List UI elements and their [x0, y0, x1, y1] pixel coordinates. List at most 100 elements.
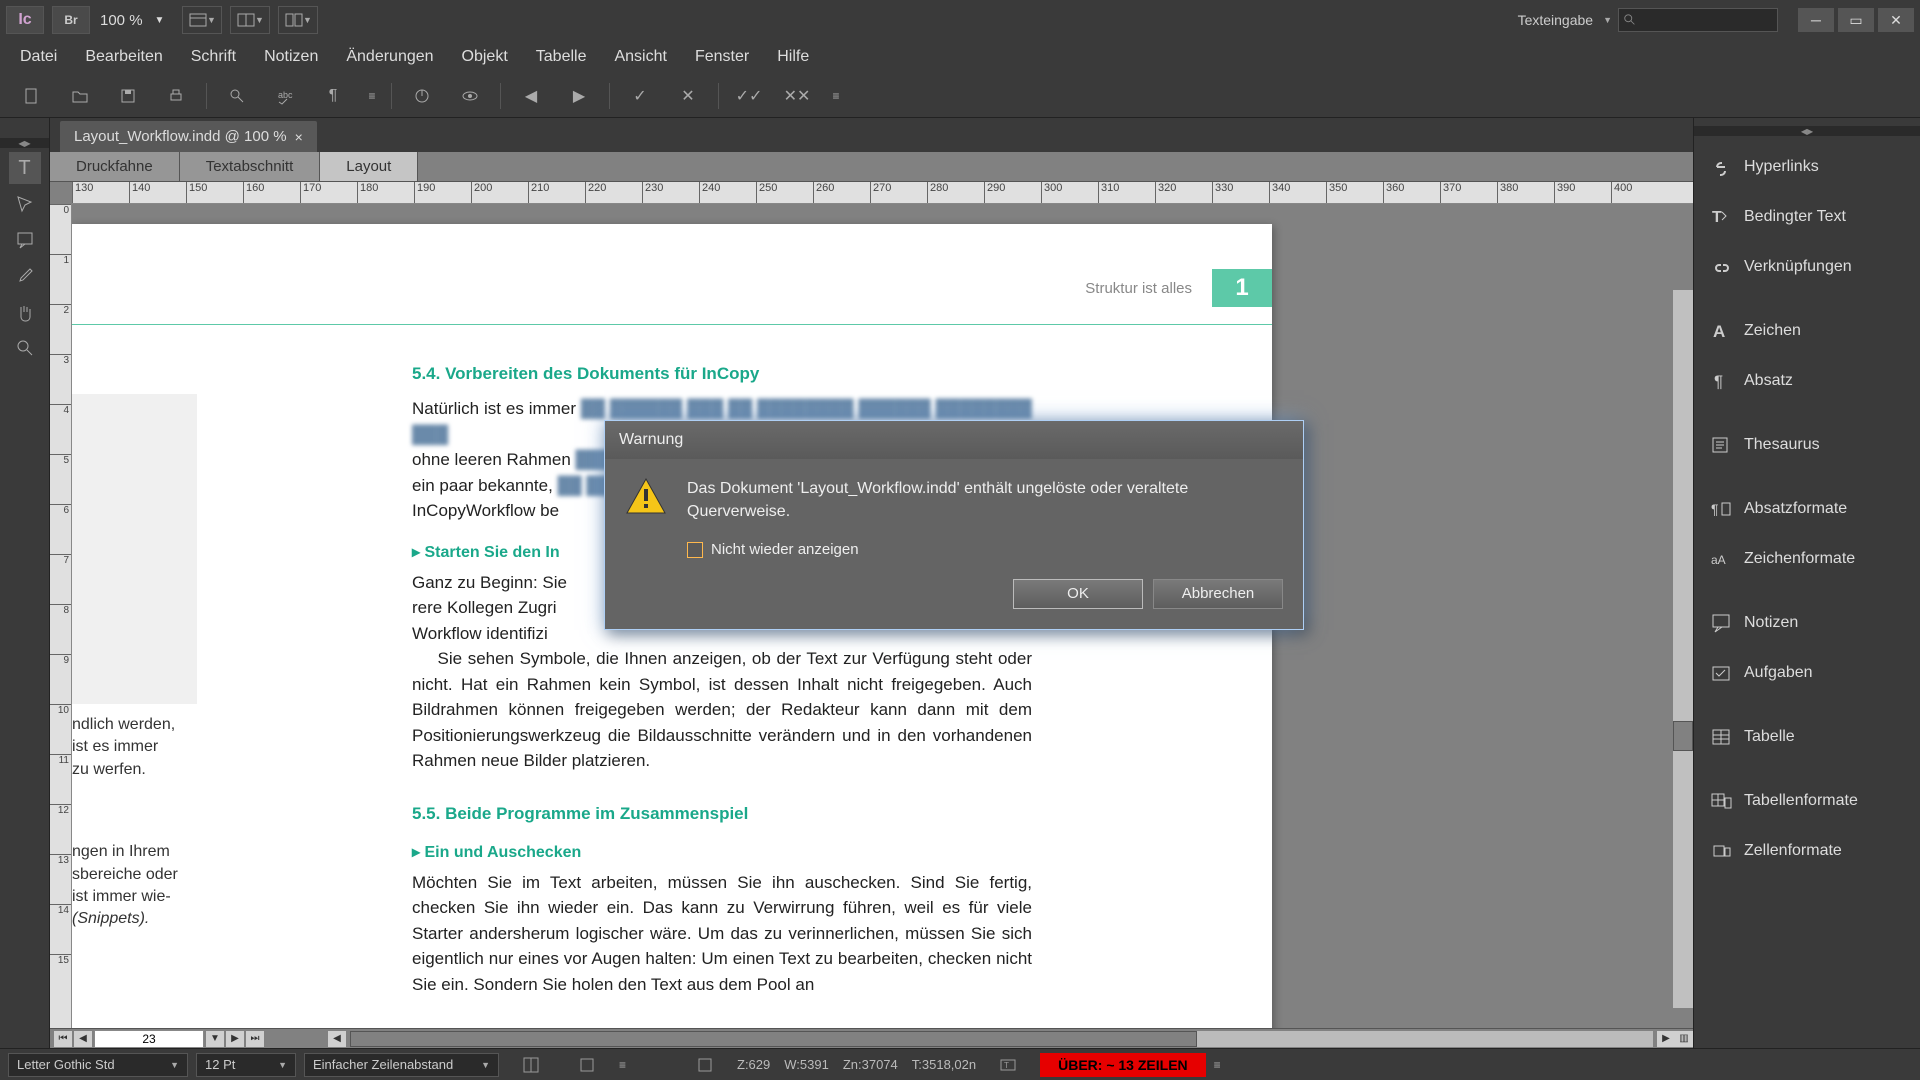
prev-change-icon[interactable]: ◀ [513, 81, 549, 111]
eyedropper-tool[interactable] [9, 260, 41, 292]
panel-bedingter-text[interactable]: TBedingter Text [1694, 192, 1920, 242]
menu-bearbeiten[interactable]: Bearbeiten [71, 42, 176, 72]
overset-icon[interactable]: T [990, 1050, 1026, 1080]
leading-select[interactable]: Einfacher Zeilenabstand▼ [304, 1053, 499, 1077]
collapse-toggle[interactable]: ◀▶ [1694, 126, 1920, 136]
save-icon[interactable] [110, 81, 146, 111]
panel-label: Absatz [1744, 372, 1793, 390]
panel-verknüpfungen[interactable]: Verknüpfungen [1694, 242, 1920, 292]
accept-icon[interactable]: ✓ [622, 81, 658, 111]
menu-ansicht[interactable]: Ansicht [600, 42, 680, 72]
scroll-thumb[interactable] [350, 1031, 1197, 1047]
cancel-button[interactable]: Abbrechen [1153, 579, 1283, 609]
panel-zellenformate[interactable]: Zellenformate [1694, 826, 1920, 876]
maximize-button[interactable]: ▭ [1838, 8, 1874, 32]
next-page-button[interactable]: ▶ [226, 1031, 244, 1047]
image-frame [72, 394, 197, 704]
info-icon[interactable] [687, 1050, 723, 1080]
accept-all-icon[interactable]: ✓✓ [731, 81, 767, 111]
verknüpfungen-icon [1710, 256, 1732, 278]
warning-dialog: Warnung Das Dokument 'Layout_Workflow.in… [604, 420, 1304, 630]
panel-tabelle[interactable]: Tabelle [1694, 712, 1920, 762]
menu-tabelle[interactable]: Tabelle [522, 42, 601, 72]
mode-textabschnitt[interactable]: Textabschnitt [180, 152, 321, 181]
panel-absatz[interactable]: ¶Absatz [1694, 356, 1920, 406]
vertical-scrollbar[interactable] [1673, 290, 1693, 1008]
close-button[interactable]: ✕ [1878, 8, 1914, 32]
dont-show-checkbox[interactable]: Nicht wieder anzeigen [687, 539, 1283, 561]
view-mode-1-button[interactable]: ▼ [182, 6, 222, 34]
open-icon[interactable] [62, 81, 98, 111]
search-input[interactable] [1618, 8, 1778, 32]
menu-schrift[interactable]: Schrift [177, 42, 250, 72]
menu-notizen[interactable]: Notizen [250, 42, 332, 72]
position-tool[interactable] [9, 188, 41, 220]
menu-objekt[interactable]: Objekt [448, 42, 522, 72]
menu-icon[interactable]: ≡ [1214, 1058, 1230, 1072]
menu-datei[interactable]: Datei [6, 42, 71, 72]
first-page-button[interactable]: ⏮ [54, 1031, 72, 1047]
view-mode-3-button[interactable]: ▼ [278, 6, 318, 34]
checkbox-box[interactable] [687, 542, 703, 558]
ruler-tick: 11 [50, 754, 71, 766]
close-tab-icon[interactable]: × [295, 129, 303, 145]
reject-all-icon[interactable]: ✕✕ [779, 81, 815, 111]
menu-icon[interactable]: ≡ [619, 1058, 635, 1072]
prev-page-button[interactable]: ◀ [74, 1031, 92, 1047]
frame-icon[interactable] [569, 1050, 605, 1080]
preview-icon[interactable] [452, 81, 488, 111]
page-number-input[interactable] [94, 1030, 204, 1048]
panel-zeichen[interactable]: AZeichen [1694, 306, 1920, 356]
print-icon[interactable] [158, 81, 194, 111]
menu-aenderungen[interactable]: Änderungen [332, 42, 447, 72]
size-select[interactable]: 12 Pt▼ [196, 1053, 296, 1077]
page-dropdown[interactable]: ▼ [206, 1031, 224, 1047]
scroll-right-button[interactable]: ▶ [1657, 1031, 1675, 1047]
document-tab[interactable]: Layout_Workflow.indd @ 100 % × [60, 121, 317, 152]
font-select[interactable]: Letter Gothic Std▼ [8, 1053, 188, 1077]
view-mode-2-button[interactable]: ▼ [230, 6, 270, 34]
hand-tool[interactable] [9, 296, 41, 328]
spellcheck-icon[interactable]: abc [267, 81, 303, 111]
columns-icon[interactable] [513, 1050, 549, 1080]
pilcrow-icon[interactable]: ¶ [315, 81, 351, 111]
workspace-select[interactable]: Texteingabe ▼ [1518, 12, 1612, 28]
menu-icon[interactable]: ≡ [827, 81, 843, 111]
menu-fenster[interactable]: Fenster [681, 42, 763, 72]
mode-layout[interactable]: Layout [320, 152, 418, 181]
menu-hilfe[interactable]: Hilfe [763, 42, 823, 72]
panel-tabellenformate[interactable]: Tabellenformate [1694, 776, 1920, 826]
ruler-tick: 400 [1611, 182, 1632, 203]
tabellenformate-icon [1710, 790, 1732, 812]
panel-zeichenformate[interactable]: aAZeichenformate [1694, 534, 1920, 584]
last-page-button[interactable]: ⏭ [246, 1031, 264, 1047]
scroll-thumb[interactable] [1673, 721, 1693, 751]
minimize-button[interactable]: ─ [1798, 8, 1834, 32]
type-tool[interactable]: T [9, 152, 41, 184]
ruler-tick: 1 [50, 254, 71, 266]
collapse-toggle[interactable]: ◀▶ [0, 138, 49, 148]
reject-icon[interactable]: ✕ [670, 81, 706, 111]
panel-hyperlinks[interactable]: Hyperlinks [1694, 142, 1920, 192]
zoom-tool[interactable] [9, 332, 41, 364]
note-tool[interactable] [9, 224, 41, 256]
ruler-tick: 7 [50, 554, 71, 566]
ok-button[interactable]: OK [1013, 579, 1143, 609]
power-icon[interactable] [404, 81, 440, 111]
bridge-button[interactable]: Br [52, 6, 90, 34]
next-change-icon[interactable]: ▶ [561, 81, 597, 111]
zoom-select[interactable]: 100 % ▼ [100, 12, 164, 29]
panel-label: Tabelle [1744, 728, 1795, 746]
zellenformate-icon [1710, 840, 1732, 862]
mode-druckfahne[interactable]: Druckfahne [50, 152, 180, 181]
panel-notizen[interactable]: Notizen [1694, 598, 1920, 648]
new-doc-icon[interactable] [14, 81, 50, 111]
find-icon[interactable] [219, 81, 255, 111]
panel-absatzformate[interactable]: ¶Absatzformate [1694, 484, 1920, 534]
menu-icon[interactable]: ≡ [363, 81, 379, 111]
scroll-left-button[interactable]: ◀ [328, 1031, 346, 1047]
panel-thesaurus[interactable]: Thesaurus [1694, 420, 1920, 470]
panel-aufgaben[interactable]: Aufgaben [1694, 648, 1920, 698]
split-view-button[interactable]: ▥ [1675, 1031, 1693, 1047]
horizontal-scrollbar[interactable] [350, 1031, 1653, 1047]
